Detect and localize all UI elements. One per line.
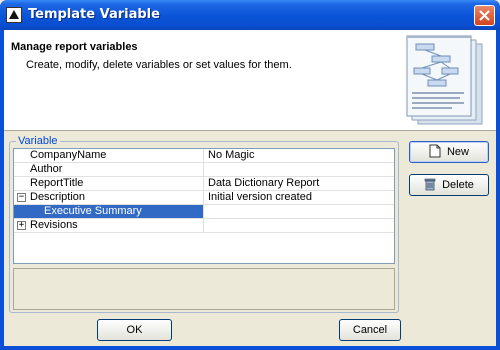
- ok-button-label: OK: [126, 324, 143, 337]
- variable-description-area: [13, 268, 395, 310]
- variable-group-label: Variable: [16, 135, 60, 147]
- variable-value[interactable]: [208, 219, 394, 232]
- table-row[interactable]: − Description Initial version created: [14, 191, 394, 205]
- report-document-illustration: [406, 35, 483, 125]
- window-title: Template Variable: [28, 7, 160, 22]
- variables-tree-table[interactable]: CompanyName No Magic Author ReportTitle …: [13, 148, 395, 264]
- variable-name: Description: [14, 191, 204, 204]
- cancel-button[interactable]: Cancel: [339, 319, 401, 341]
- variable-value[interactable]: Initial version created: [208, 191, 394, 204]
- trash-icon: [424, 178, 436, 191]
- table-row[interactable]: Author: [14, 163, 394, 177]
- new-button[interactable]: New: [409, 141, 489, 163]
- header-title: Manage report variables: [11, 41, 138, 53]
- new-button-label: New: [446, 146, 469, 159]
- title-bar[interactable]: Template Variable: [0, 0, 500, 30]
- app-icon: [6, 7, 22, 23]
- table-row[interactable]: + Revisions: [14, 219, 394, 233]
- variable-value[interactable]: [208, 205, 394, 218]
- header-panel: Manage report variables Create, modify, …: [4, 30, 496, 131]
- new-document-icon: [429, 144, 441, 158]
- cancel-button-label: Cancel: [352, 324, 388, 337]
- variable-value[interactable]: No Magic: [208, 149, 394, 162]
- table-row[interactable]: ReportTitle Data Dictionary Report: [14, 177, 394, 191]
- template-variable-dialog: Template Variable Manage report variable…: [0, 0, 500, 350]
- dialog-body: Manage report variables Create, modify, …: [4, 30, 496, 346]
- variable-name: ReportTitle: [14, 177, 204, 190]
- variable-group: Variable CompanyName No Magic Author Rep…: [9, 135, 399, 313]
- variable-name: Revisions: [14, 219, 204, 232]
- variable-name: Executive Summary: [14, 205, 204, 218]
- table-row[interactable]: CompanyName No Magic: [14, 149, 394, 163]
- delete-button-label: Delete: [442, 179, 474, 192]
- header-description: Create, modify, delete variables or set …: [26, 59, 292, 71]
- delete-button[interactable]: Delete: [409, 174, 489, 196]
- variable-name: Author: [14, 163, 204, 176]
- variable-name: CompanyName: [14, 149, 204, 162]
- variable-value[interactable]: Data Dictionary Report: [208, 177, 394, 190]
- close-button[interactable]: [474, 5, 495, 26]
- table-row-selected[interactable]: Executive Summary: [14, 205, 394, 219]
- close-icon: [479, 10, 490, 21]
- ok-button[interactable]: OK: [97, 319, 172, 341]
- variable-value[interactable]: [208, 163, 394, 176]
